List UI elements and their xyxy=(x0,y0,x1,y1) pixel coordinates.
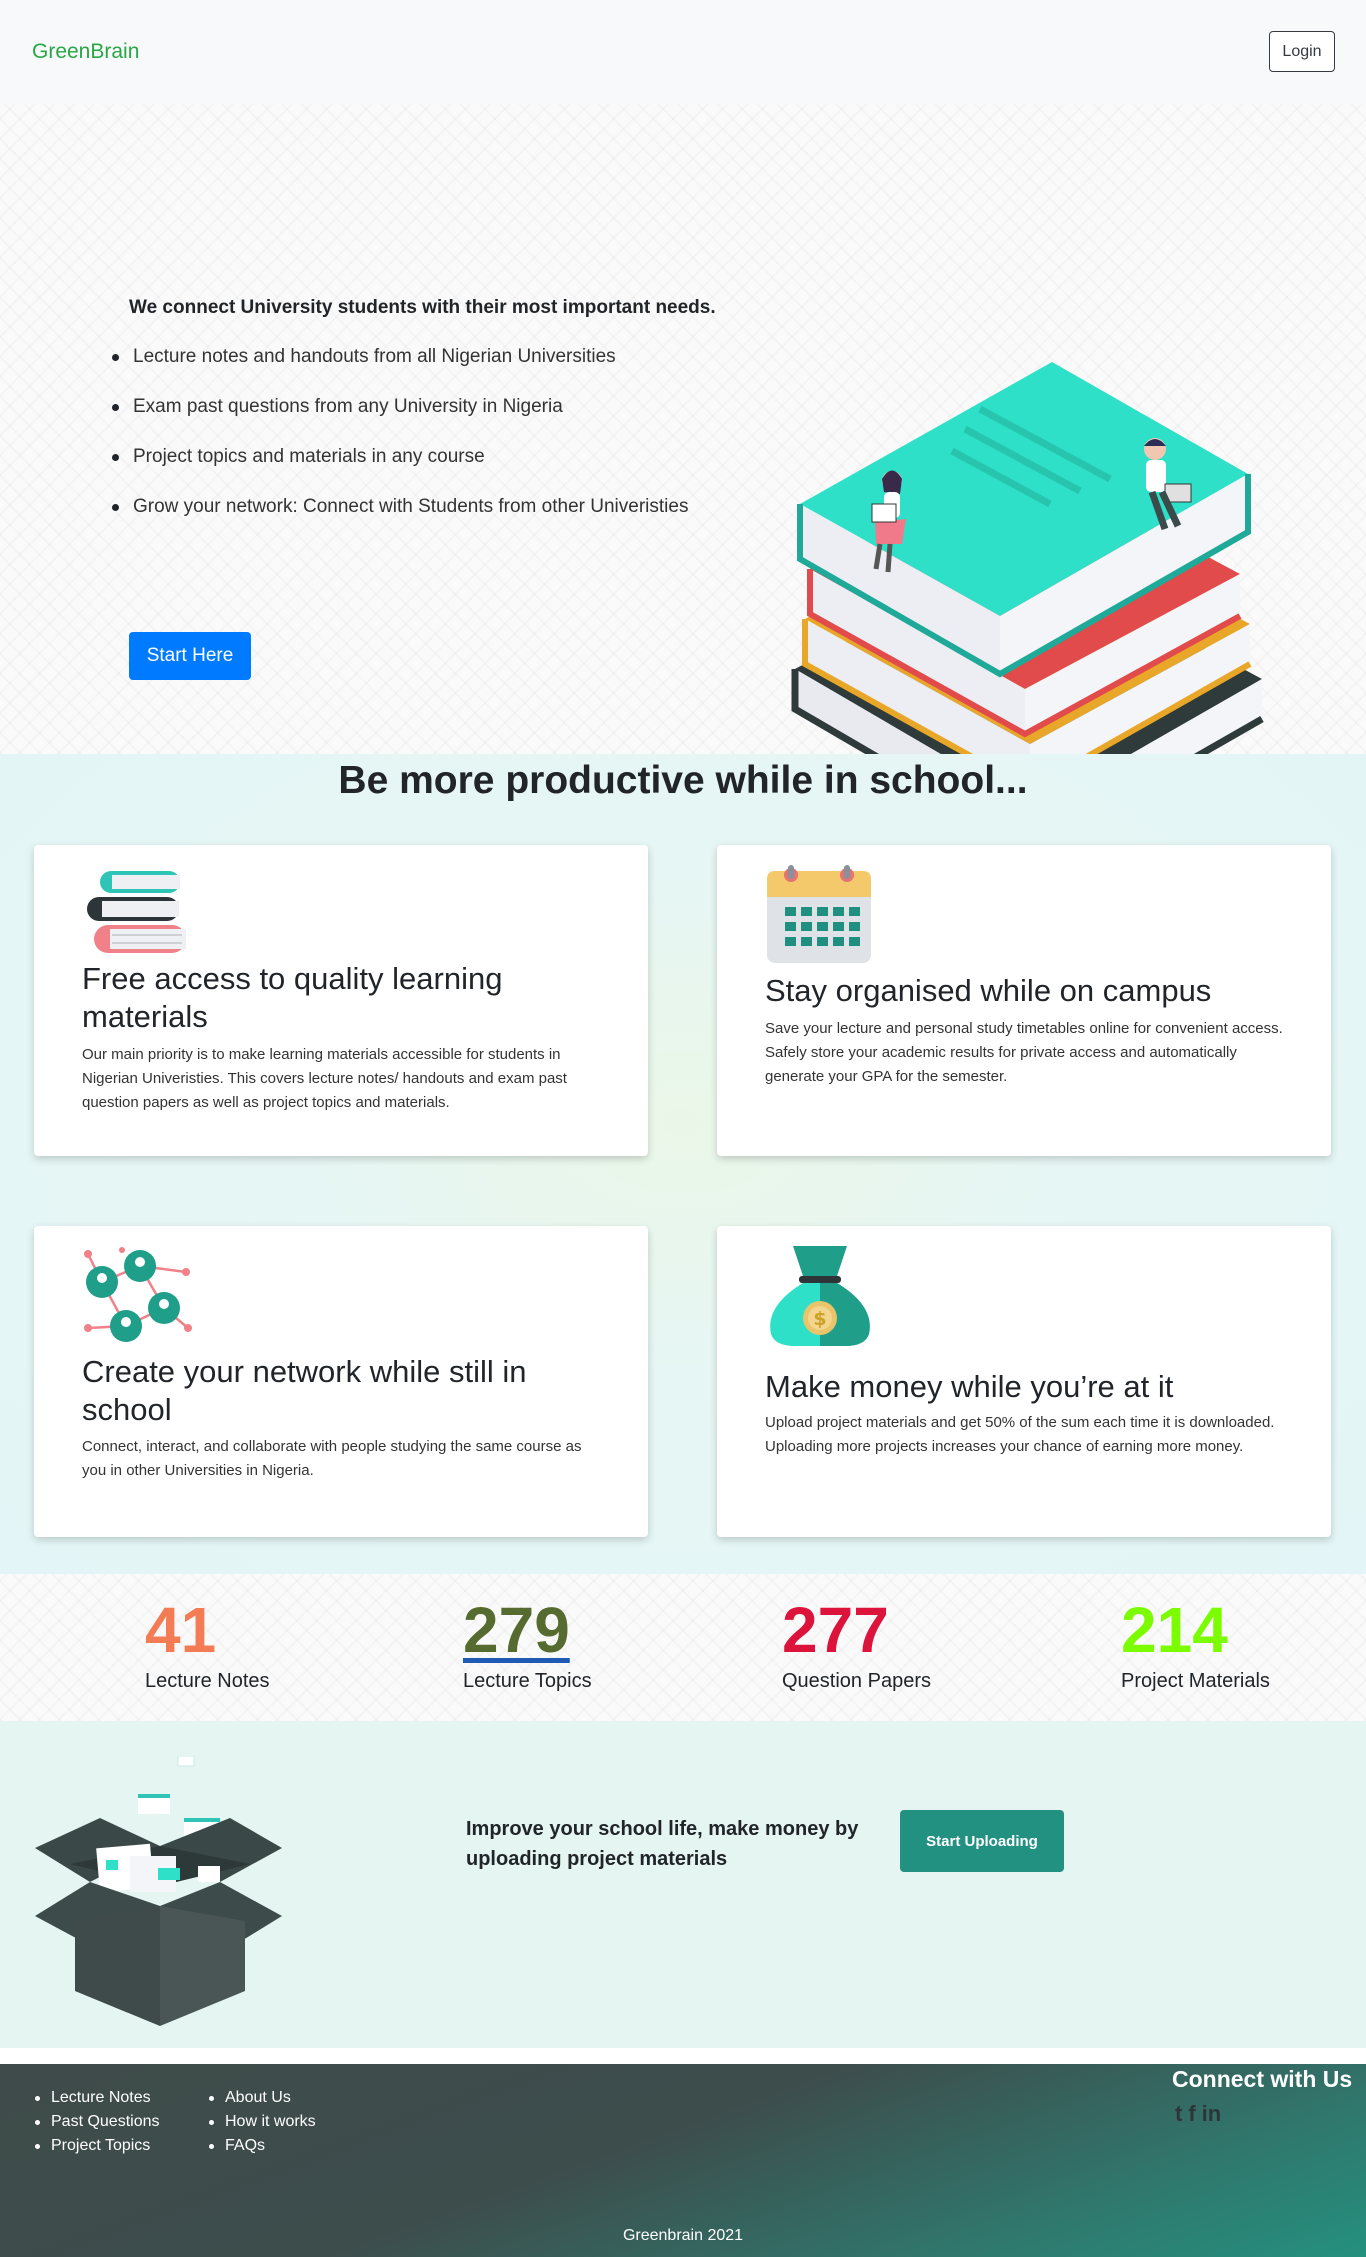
stat-label: Lecture Topics xyxy=(463,1670,592,1692)
hero-section: We connect University students with thei… xyxy=(0,104,1366,854)
footer-link-past-questions[interactable]: Past Questions xyxy=(51,2113,160,2130)
network-icon xyxy=(84,1247,192,1342)
navbar: GreenBrain Login xyxy=(0,0,1366,104)
bullet-icon xyxy=(112,404,119,411)
start-uploading-button[interactable]: Start Uploading xyxy=(900,1810,1064,1872)
stats-section: 41 Lecture Notes 279 Lecture Topics 277 … xyxy=(0,1574,1366,1721)
footer-link-item[interactable]: Project Topics xyxy=(35,2134,160,2158)
feature-title: Create your network while still in schoo… xyxy=(82,1354,527,1427)
footer-link-about-us[interactable]: About Us xyxy=(225,2089,291,2106)
footer-link-item[interactable]: How it works xyxy=(209,2110,316,2134)
feature-text: Save your lecture and personal study tim… xyxy=(765,1020,1283,1085)
hero-feature-list: Lecture notes and handouts from all Nige… xyxy=(112,340,773,540)
hero-feature-text: Grow your network: Connect with Students… xyxy=(133,496,689,517)
feature-text: Connect, interact, and collaborate with … xyxy=(82,1438,582,1479)
bullet-icon xyxy=(112,354,119,361)
login-button[interactable]: Login xyxy=(1269,31,1335,72)
stat-value: 279 xyxy=(463,1594,570,1666)
upload-banner: Improve your school life, make money by … xyxy=(0,1721,1366,2048)
footer-links-resources: Lecture Notes Past Questions Project Top… xyxy=(35,2086,160,2158)
linkedin-icon[interactable]: in xyxy=(1202,2101,1222,2127)
start-here-button[interactable]: Start Here xyxy=(129,632,251,680)
feature-text: Upload project materials and get 50% of … xyxy=(765,1414,1275,1455)
bullet-icon xyxy=(35,2120,40,2125)
feature-card-organised: Stay organised while on campus Save your… xyxy=(717,845,1331,1156)
hero-feature-item: Lecture notes and handouts from all Nige… xyxy=(112,340,773,390)
feature-text: Our main priority is to make learning ma… xyxy=(82,1046,567,1111)
hero-heading: We connect University students with thei… xyxy=(129,297,716,318)
feature-title: Make money while you’re at it xyxy=(765,1369,1174,1404)
twitter-icon[interactable]: t xyxy=(1175,2101,1182,2127)
stat-label: Lecture Notes xyxy=(145,1670,270,1692)
open-box-illustration xyxy=(35,1756,282,2026)
features-title: Be more productive while in school... xyxy=(338,759,1028,802)
bullet-icon xyxy=(209,2120,214,2125)
upload-cta-text: Improve your school life, make money by … xyxy=(466,1818,859,1870)
books-stack-icon xyxy=(87,871,186,953)
brand-logo[interactable]: GreenBrain xyxy=(32,40,139,64)
footer-link-faqs[interactable]: FAQs xyxy=(225,2137,265,2154)
bullet-icon xyxy=(209,2096,214,2101)
bullet-icon xyxy=(35,2144,40,2149)
stat-lecture-notes: 41 Lecture Notes xyxy=(145,1594,270,1693)
hero-feature-text: Lecture notes and handouts from all Nige… xyxy=(133,346,616,367)
footer-link-item[interactable]: Past Questions xyxy=(35,2110,160,2134)
footer-link-item[interactable]: About Us xyxy=(209,2086,316,2110)
feature-card-network: Create your network while still in schoo… xyxy=(34,1226,648,1537)
stat-value: 41 xyxy=(145,1594,217,1666)
hero-feature-item: Grow your network: Connect with Students… xyxy=(112,490,773,540)
footer-link-item[interactable]: Lecture Notes xyxy=(35,2086,160,2110)
hero-feature-text: Project topics and materials in any cour… xyxy=(133,446,485,467)
features-section: Be more productive while in school... Fr… xyxy=(0,754,1366,1574)
facebook-icon[interactable]: f xyxy=(1188,2101,1195,2127)
hero-feature-item: Project topics and materials in any cour… xyxy=(112,440,773,490)
footer-links-info: About Us How it works FAQs xyxy=(209,2086,316,2158)
hero-feature-item: Exam past questions from any University … xyxy=(112,390,773,440)
copyright: Greenbrain 2021 xyxy=(622,2227,744,2244)
stat-project-materials: 214 Project Materials xyxy=(1121,1594,1270,1693)
calendar-icon xyxy=(767,865,871,963)
connect-title: Connect with Us xyxy=(1172,2066,1353,2092)
stat-value: 214 xyxy=(1121,1594,1228,1666)
bullet-icon xyxy=(112,454,119,461)
feature-title: Free access to quality learning material… xyxy=(82,961,503,1034)
bullet-icon xyxy=(209,2144,214,2149)
stat-label: Project Materials xyxy=(1121,1670,1270,1692)
stat-question-papers: 277 Question Papers xyxy=(782,1594,931,1693)
feature-card-learning: Free access to quality learning material… xyxy=(34,845,648,1156)
svg-text:$: $ xyxy=(813,1308,826,1330)
footer-link-item[interactable]: FAQs xyxy=(209,2134,316,2158)
bullet-icon xyxy=(35,2096,40,2101)
stat-lecture-topics: 279 Lecture Topics xyxy=(463,1594,592,1693)
footer-link-how-it-works[interactable]: How it works xyxy=(225,2113,316,2130)
footer-link-lecture-notes[interactable]: Lecture Notes xyxy=(51,2089,151,2106)
bullet-icon xyxy=(112,504,119,511)
stat-label: Question Papers xyxy=(782,1670,931,1692)
hero-feature-text: Exam past questions from any University … xyxy=(133,396,563,417)
social-links: t f in xyxy=(1175,2101,1221,2127)
feature-card-money: $ Make money while you’re at it Upload p… xyxy=(717,1226,1331,1537)
footer-link-project-topics[interactable]: Project Topics xyxy=(51,2137,150,2154)
footer: Lecture Notes Past Questions Project Top… xyxy=(0,2064,1366,2257)
feature-title: Stay organised while on campus xyxy=(765,973,1212,1008)
money-bag-icon: $ xyxy=(770,1246,870,1346)
stat-value: 277 xyxy=(782,1594,889,1666)
